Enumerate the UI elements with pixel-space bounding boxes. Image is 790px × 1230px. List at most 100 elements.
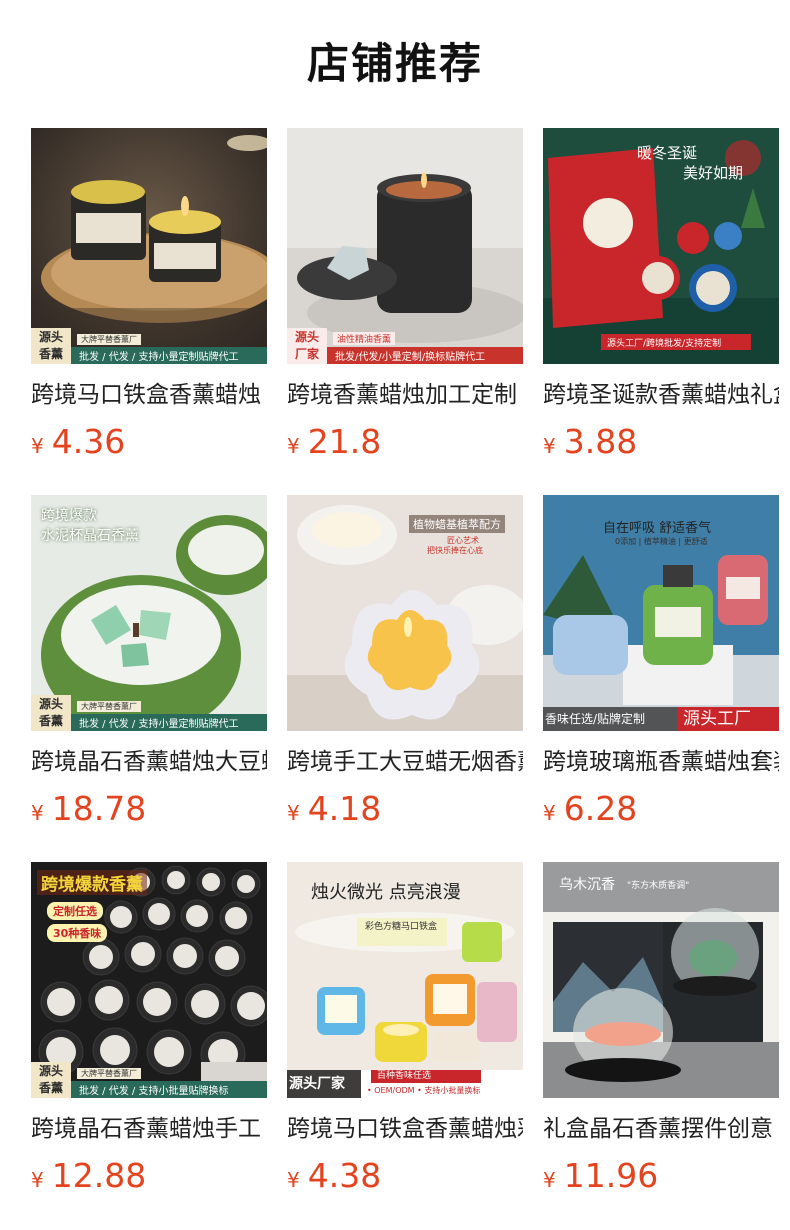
price-value: 3.88 (563, 422, 638, 461)
image-badge: 源头 香薰 (31, 1062, 71, 1098)
product-card[interactable]: 跨境爆款 水泥杯晶石香薰 源头 香薰 大牌平替香薰厂 批发 / 代发 / 支持小… (31, 495, 267, 862)
banner-left: 源头厂家 (287, 1070, 361, 1098)
product-name[interactable]: 跨境晶石香薰蜡烛大豆蜡 (31, 747, 267, 777)
product-image[interactable]: 跨境爆款香薰 定制任选 30种香味 源头 香薰 大牌平替香薰厂 批发 / 代发 … (31, 862, 267, 1098)
badge-line1: 源头 (38, 1064, 63, 1078)
product-image[interactable]: 植物蜡基植萃配方 匠心艺术 把快乐捧在心底 (287, 495, 523, 731)
product-name[interactable]: 跨境马口铁盒香薰蜡烛彩色 (287, 1114, 523, 1144)
image-tag: 大牌平替香薰厂 (77, 1068, 141, 1079)
product-card[interactable]: 源头 厂家 油性精油香薰 批发/代发/小量定制/换标贴牌代工 跨境香薰蜡烛加工定… (287, 128, 523, 495)
price-value: 12.88 (51, 1156, 147, 1195)
image-banner: 批发 / 代发 / 支持小量定制贴牌代工 (71, 714, 267, 731)
product-card[interactable]: 源头 香薰 大牌平替香薰厂 批发 / 代发 / 支持小量定制贴牌代工 跨境马口铁… (31, 128, 267, 495)
price-value: 4.36 (51, 422, 126, 461)
product-name[interactable]: 跨境晶石香薰蜡烛手工 (31, 1114, 267, 1144)
image-tag: 油性精油香薰 (333, 332, 396, 345)
product-image[interactable]: 跨境爆款 水泥杯晶石香薰 源头 香薰 大牌平替香薰厂 批发 / 代发 / 支持小… (31, 495, 267, 731)
product-name[interactable]: 跨境玻璃瓶香薰蜡烛套装 (543, 747, 779, 777)
badge-line2: 香薰 (38, 1081, 63, 1095)
product-price: ¥ 18.78 (31, 789, 267, 829)
product-name[interactable]: 跨境圣诞款香薰蜡烛礼盒 (543, 380, 779, 410)
product-name[interactable]: 跨境香薰蜡烛加工定制 (287, 380, 523, 410)
badge-line1: 源头 (38, 330, 63, 344)
product-card[interactable]: 植物蜡基植萃配方 匠心艺术 把快乐捧在心底 跨境手工大豆蜡无烟香薰 ¥ 4.18 (287, 495, 523, 862)
currency-symbol: ¥ (543, 801, 556, 825)
price-value: 4.38 (307, 1156, 382, 1195)
product-image[interactable]: 烛火微光 点亮浪漫 彩色方糖马口铁盒 源头厂家 百种香味任选 • OEM/ODM… (287, 862, 523, 1098)
product-image[interactable]: 暖冬圣诞 美好如期 源头工厂/跨境批发/支持定制 (543, 128, 779, 364)
image-pill-1: 定制任选 (47, 902, 103, 920)
badge-line2: 厂家 (294, 347, 319, 361)
product-card[interactable]: 暖冬圣诞 美好如期 源头工厂/跨境批发/支持定制 跨境圣诞款香薰蜡烛礼盒 ¥ 3… (543, 128, 779, 495)
product-price: ¥ 4.38 (287, 1156, 523, 1196)
image-headline: 暖冬圣诞 (637, 144, 698, 162)
image-headline: 跨境爆款香薰 (37, 870, 147, 895)
glass-dome-crystal-scene (543, 862, 779, 1098)
product-price: ¥ 12.88 (31, 1156, 267, 1196)
image-banner: 源头工厂/跨境批发/支持定制 (601, 334, 751, 350)
price-value: 4.18 (307, 789, 382, 828)
image-headline-2: 美好如期 (683, 164, 744, 182)
price-value: 11.96 (563, 1156, 659, 1195)
product-price: ¥ 4.36 (31, 422, 267, 462)
image-badge: 源头 香薰 (31, 695, 71, 731)
banner-sub: • OEM/ODM • 支持小批量换标 (367, 1086, 481, 1095)
image-banner: 批发/代发/小量定制/换标贴牌代工 (327, 347, 523, 364)
currency-symbol: ¥ (543, 1168, 556, 1192)
product-price: ¥ 21.8 (287, 422, 523, 462)
price-value: 18.78 (51, 789, 147, 828)
product-name[interactable]: 礼盒晶石香薰摆件创意 (543, 1114, 779, 1144)
product-image[interactable]: 源头 厂家 油性精油香薰 批发/代发/小量定制/换标贴牌代工 (287, 128, 523, 364)
banner-left: 香味任选/贴牌定制 (543, 707, 677, 731)
product-price: ¥ 3.88 (543, 422, 779, 462)
image-tag: 大牌平替香薰厂 (77, 701, 141, 712)
currency-symbol: ¥ (31, 801, 44, 825)
currency-symbol: ¥ (31, 1168, 44, 1192)
badge-line2: 香薰 (38, 714, 63, 728)
badge-line2: 香薰 (38, 347, 63, 361)
image-headline: 跨境爆款 (41, 508, 97, 524)
image-banner: 香味任选/贴牌定制 源头工厂 (543, 707, 779, 731)
product-price: ¥ 4.18 (287, 789, 523, 829)
image-headline-3: 把快乐捧在心底 (427, 546, 483, 555)
product-image[interactable]: 自在呼吸 舒适香气 0添加 | 植萃精油 | 更舒适 香味任选/贴牌定制 源头工… (543, 495, 779, 731)
product-card[interactable]: 自在呼吸 舒适香气 0添加 | 植萃精油 | 更舒适 香味任选/贴牌定制 源头工… (543, 495, 779, 862)
banner-tag: 百种香味任选 (371, 1070, 481, 1083)
product-card[interactable]: 乌木沉香 "东方木质香调" 礼盒晶石香薰摆件创意 ¥ 11.96 (543, 862, 779, 1229)
product-card[interactable]: 烛火微光 点亮浪漫 彩色方糖马口铁盒 源头厂家 百种香味任选 • OEM/ODM… (287, 862, 523, 1229)
image-headline: 植物蜡基植萃配方 (409, 515, 505, 533)
price-value: 21.8 (307, 422, 382, 461)
product-grid: 源头 香薰 大牌平替香薰厂 批发 / 代发 / 支持小量定制贴牌代工 跨境马口铁… (31, 128, 779, 1229)
product-name[interactable]: 跨境马口铁盒香薰蜡烛 (31, 380, 267, 410)
christmas-giftbox-scene (543, 128, 779, 364)
image-headline-2: 0添加 | 植萃精油 | 更舒适 (615, 537, 708, 546)
price-value: 6.28 (563, 789, 638, 828)
image-badge: 源头 香薰 (31, 328, 71, 364)
product-name[interactable]: 跨境手工大豆蜡无烟香薰 (287, 747, 523, 777)
currency-symbol: ¥ (31, 434, 44, 458)
image-banner: 批发 / 代发 / 支持小批量贴牌换标 (71, 1081, 267, 1098)
image-badge: 源头 厂家 (287, 328, 327, 364)
product-price: ¥ 6.28 (543, 789, 779, 829)
image-headline-2: 水泥杯晶石香薰 (41, 528, 139, 544)
image-headline: 烛火微光 点亮浪漫 (311, 882, 461, 903)
currency-symbol: ¥ (543, 434, 556, 458)
image-tag: 大牌平替香薰厂 (77, 334, 141, 345)
image-headline: 乌木沉香 (559, 877, 615, 893)
currency-symbol: ¥ (287, 801, 300, 825)
badge-line1: 源头 (294, 330, 319, 344)
product-image[interactable]: 乌木沉香 "东方木质香调" (543, 862, 779, 1098)
badge-line1: 源头 (38, 697, 63, 711)
image-headline-2: "东方木质香调" (627, 881, 690, 891)
shop-recommend-page: 店铺推荐 源头 香薰 大牌平替香薰厂 批发 / 代发 / 支持小量定制贴牌代工 … (0, 0, 790, 1230)
currency-symbol: ¥ (287, 1168, 300, 1192)
product-price: ¥ 11.96 (543, 1156, 779, 1196)
currency-symbol: ¥ (287, 434, 300, 458)
image-label: 彩色方糖马口铁盒 (365, 922, 438, 932)
image-headline: 自在呼吸 舒适香气 (603, 521, 712, 536)
banner-right: 源头工厂 (677, 707, 779, 731)
product-card[interactable]: 跨境爆款香薰 定制任选 30种香味 源头 香薰 大牌平替香薰厂 批发 / 代发 … (31, 862, 267, 1229)
banner-right: 百种香味任选 • OEM/ODM • 支持小批量换标 (361, 1070, 523, 1098)
image-banner: 源头厂家 百种香味任选 • OEM/ODM • 支持小批量换标 (287, 1070, 523, 1098)
product-image[interactable]: 源头 香薰 大牌平替香薰厂 批发 / 代发 / 支持小量定制贴牌代工 (31, 128, 267, 364)
